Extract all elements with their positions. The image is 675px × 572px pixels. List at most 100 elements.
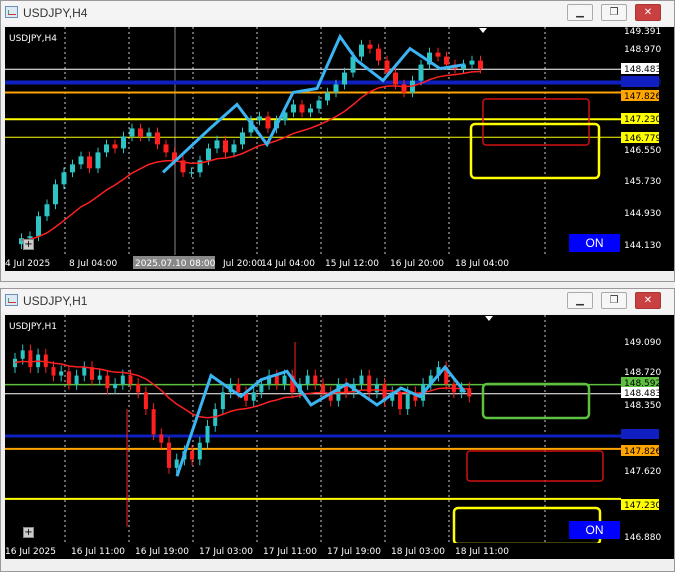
expand-icon[interactable]: +	[23, 527, 34, 538]
price-chart-h4[interactable]: USDJPY,H4 + ON	[5, 27, 621, 255]
candle-body	[240, 132, 245, 145]
expand-icon[interactable]: +	[23, 239, 34, 250]
time-label: Jul 20:00	[222, 259, 263, 269]
candle-body	[333, 84, 339, 93]
candle-body	[61, 172, 67, 185]
time-label: 4 Jul 2025	[5, 259, 50, 269]
time-label: 17 Jul 11:00	[263, 547, 317, 557]
time-label: 17 Jul 03:00	[199, 547, 253, 557]
price-label: 147.826	[624, 447, 661, 457]
close-button[interactable]: ✕	[635, 292, 661, 309]
window-title: USDJPY,H4	[23, 6, 88, 20]
candle-body	[138, 128, 143, 137]
time-label: 17 Jul 19:00	[327, 547, 381, 557]
price-chart-h1[interactable]: USDJPY,H1 + ON	[5, 315, 621, 543]
candle-body	[28, 350, 33, 368]
candle-body	[265, 116, 271, 129]
candle-body	[398, 392, 402, 410]
symbol-label: USDJPY,H1	[9, 322, 57, 332]
price-tag-blue	[621, 429, 659, 439]
candle-body	[206, 148, 211, 161]
time-label: 18 Jul 11:00	[455, 547, 509, 557]
on-button[interactable]: ON	[569, 521, 620, 539]
price-label: 147.620	[624, 467, 661, 477]
candle-body	[112, 144, 118, 149]
candle-body	[251, 392, 256, 401]
candle-body	[359, 375, 364, 384]
candle-body	[167, 442, 171, 468]
candle-body	[70, 164, 75, 173]
candle-body	[74, 375, 79, 384]
time-label: 16 Jul 2025	[5, 547, 56, 557]
close-button[interactable]: ✕	[635, 4, 661, 21]
candle-body	[393, 72, 398, 85]
candle-body	[359, 44, 364, 57]
candle-body	[223, 140, 228, 153]
chart-window-icon	[5, 6, 18, 18]
candle-body	[384, 60, 390, 73]
candle-body	[299, 104, 305, 113]
candle-body	[478, 60, 483, 69]
candlestick-chart: USDJPY,H1	[5, 315, 621, 543]
candle-body	[214, 140, 220, 149]
candle-body	[20, 350, 25, 359]
candle-body	[418, 64, 424, 81]
candle-body	[282, 375, 287, 384]
price-label: 148.350	[624, 401, 661, 411]
candlestick-chart: USDJPY,H4	[5, 27, 621, 255]
candle-body	[259, 383, 264, 393]
candle-body	[174, 459, 179, 468]
candle-body	[36, 216, 41, 237]
candle-body	[205, 425, 210, 443]
candle-body	[313, 375, 318, 384]
restore-button[interactable]: ❐	[601, 292, 627, 309]
title-bar[interactable]: USDJPY,H4 ▁ ❐ ✕	[1, 1, 674, 25]
candle-body	[155, 132, 160, 145]
chart-window-icon	[5, 294, 18, 306]
candle-body	[190, 451, 195, 460]
time-label: 14 Jul 04:00	[261, 259, 315, 269]
candle-body	[95, 152, 101, 169]
price-label: 147.230	[624, 501, 661, 511]
time-label: 2025.07.10 08:00	[135, 259, 216, 269]
title-bar[interactable]: USDJPY,H1 ▁ ❐ ✕	[1, 289, 674, 313]
candle-body	[220, 392, 225, 410]
candle-body	[163, 144, 169, 153]
price-label: 145.730	[624, 177, 661, 187]
price-label: 148.150	[624, 78, 661, 88]
restore-button[interactable]: ❐	[601, 4, 627, 21]
time-label: 16 Jul 20:00	[390, 259, 444, 269]
candle-body	[105, 375, 110, 389]
candle-body	[308, 108, 313, 113]
candle-body	[325, 92, 330, 101]
on-button[interactable]: ON	[569, 234, 620, 252]
window-title: USDJPY,H1	[23, 294, 88, 308]
candle-body	[82, 367, 87, 376]
candle-body	[53, 184, 58, 205]
candle-body	[342, 72, 347, 85]
candle-body	[27, 236, 33, 239]
candle-body	[146, 132, 152, 137]
candle-body	[189, 172, 194, 174]
candle-body	[405, 392, 410, 410]
minimize-button[interactable]: ▁	[567, 292, 593, 309]
candle-body	[43, 354, 48, 368]
price-label: 144.930	[624, 209, 661, 219]
time-label: 16 Jul 19:00	[135, 547, 189, 557]
candle-body	[401, 84, 407, 93]
price-label: 147.826	[624, 92, 661, 102]
price-label: 149.090	[624, 338, 661, 348]
candle-body	[291, 104, 296, 113]
moving-average-line	[21, 70, 481, 241]
time-label: 18 Jul 03:00	[391, 547, 445, 557]
time-label: 16 Jul 11:00	[71, 547, 125, 557]
candle-body	[236, 383, 241, 393]
candle-body	[376, 48, 381, 61]
minimize-button[interactable]: ▁	[567, 4, 593, 21]
candle-body	[44, 204, 50, 217]
price-label: 148.720	[624, 368, 661, 378]
price-label: 146.779	[624, 134, 661, 144]
candle-body	[113, 383, 118, 389]
candle-body	[120, 375, 125, 384]
price-axis: 149.391 148.970 148.483 148.150 147.826 147.2…	[621, 27, 674, 255]
